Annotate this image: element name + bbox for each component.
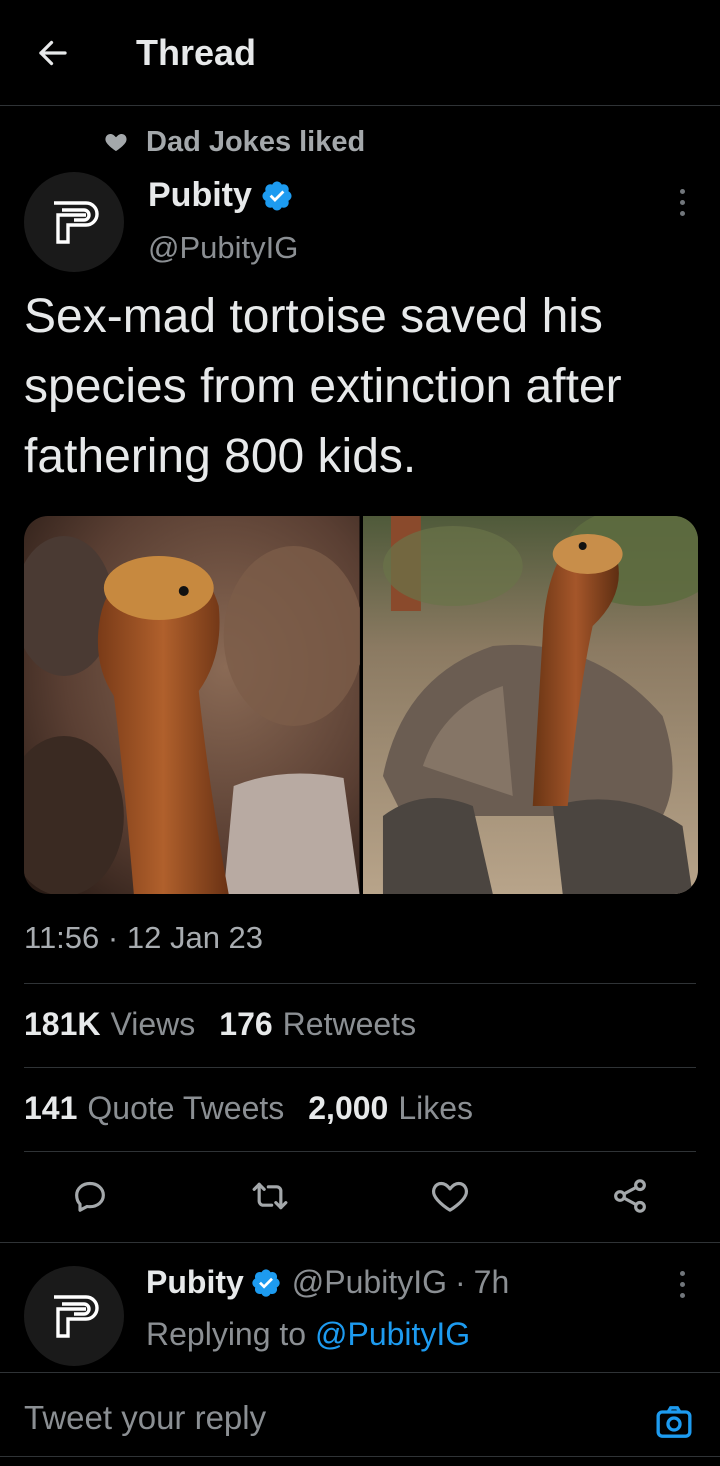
divider	[0, 1372, 720, 1373]
author-name[interactable]: Pubity	[148, 176, 294, 215]
divider	[24, 1067, 696, 1068]
more-dot	[679, 1281, 685, 1287]
divider	[24, 983, 696, 984]
tweet-time: 11:56	[24, 920, 100, 955]
media-photo-right[interactable]	[362, 516, 698, 894]
author-name-text: Pubity	[148, 176, 252, 214]
pubity-logo-icon	[54, 1295, 99, 1338]
page-title: Thread	[136, 32, 257, 73]
divider	[0, 1242, 720, 1243]
reply-avatar[interactable]	[24, 1266, 124, 1366]
more-dot	[679, 188, 685, 194]
retweet-button[interactable]	[248, 1174, 292, 1218]
stats-row-2: 141 Quote Tweets 2,000 Likes	[24, 1090, 497, 1127]
retweets-count[interactable]: 176	[219, 1006, 272, 1043]
tortoise-closeup-image	[24, 516, 364, 894]
timestamp-separator: ·	[107, 920, 119, 955]
tweet-media[interactable]	[24, 516, 698, 894]
retweets-label[interactable]: Retweets	[283, 1006, 416, 1043]
quote-tweets-label[interactable]: Quote Tweets	[87, 1090, 284, 1127]
likes-label[interactable]: Likes	[398, 1090, 473, 1127]
reply-time-ago: 7h	[473, 1264, 510, 1300]
social-context-label: Dad Jokes liked	[146, 125, 366, 158]
reply-author-handle: @PubityIG	[291, 1264, 447, 1300]
tweet-timestamp[interactable]: 11:56 · 12 Jan 23	[24, 920, 263, 956]
pubity-logo-icon	[54, 201, 99, 244]
more-dot	[679, 1270, 685, 1276]
camera-icon[interactable]	[654, 1402, 694, 1442]
reply-icon	[75, 1181, 105, 1212]
back-button[interactable]	[30, 30, 76, 76]
views-label: Views	[110, 1006, 196, 1042]
quote-tweets-count[interactable]: 141	[24, 1090, 77, 1127]
social-context: Dad Jokes liked	[104, 124, 365, 160]
more-options-button[interactable]	[664, 180, 700, 224]
divider	[24, 1151, 696, 1152]
tweet-text: Sex-mad tortoise saved his species from …	[24, 290, 622, 483]
replying-to-mention[interactable]: @PubityIG	[315, 1316, 470, 1352]
reply-author-name: Pubity	[146, 1264, 244, 1300]
author-handle[interactable]: @PubityIG	[148, 230, 298, 266]
reply-separator: ·	[454, 1264, 466, 1300]
heart-icon	[105, 134, 127, 151]
heart-outline-icon	[432, 1181, 468, 1212]
share-button[interactable]	[608, 1174, 652, 1218]
avatar[interactable]	[24, 172, 124, 272]
reply-composer	[0, 1374, 720, 1458]
more-dot	[679, 199, 685, 205]
verified-badge-icon	[262, 180, 292, 211]
retweet-icon	[252, 1182, 288, 1210]
tweet-date: 12 Jan 23	[126, 920, 264, 955]
tortoise-fullbody-image	[362, 516, 698, 894]
arrow-left-icon	[39, 40, 67, 66]
likes-count[interactable]: 2,000	[308, 1090, 388, 1127]
media-photo-left[interactable]	[24, 516, 364, 894]
views-count: 181K	[24, 1006, 101, 1042]
stats-row-1: 181K Views 176 Retweets	[24, 1006, 440, 1043]
share-icon	[614, 1179, 646, 1213]
more-dot	[679, 1292, 685, 1298]
reply-button[interactable]	[68, 1174, 112, 1218]
like-button[interactable]	[428, 1174, 472, 1218]
reply-more-options-button[interactable]	[664, 1262, 700, 1306]
reply-author-line[interactable]: Pubity @PubityIG · 7h	[146, 1264, 509, 1301]
top-bar: Thread	[0, 0, 720, 106]
divider	[0, 1456, 720, 1457]
replying-to: Replying to @PubityIG	[146, 1316, 470, 1353]
verified-badge-icon	[252, 1268, 280, 1297]
reply-input[interactable]	[24, 1394, 624, 1442]
replying-to-label: Replying to	[146, 1316, 307, 1352]
more-dot	[679, 210, 685, 216]
